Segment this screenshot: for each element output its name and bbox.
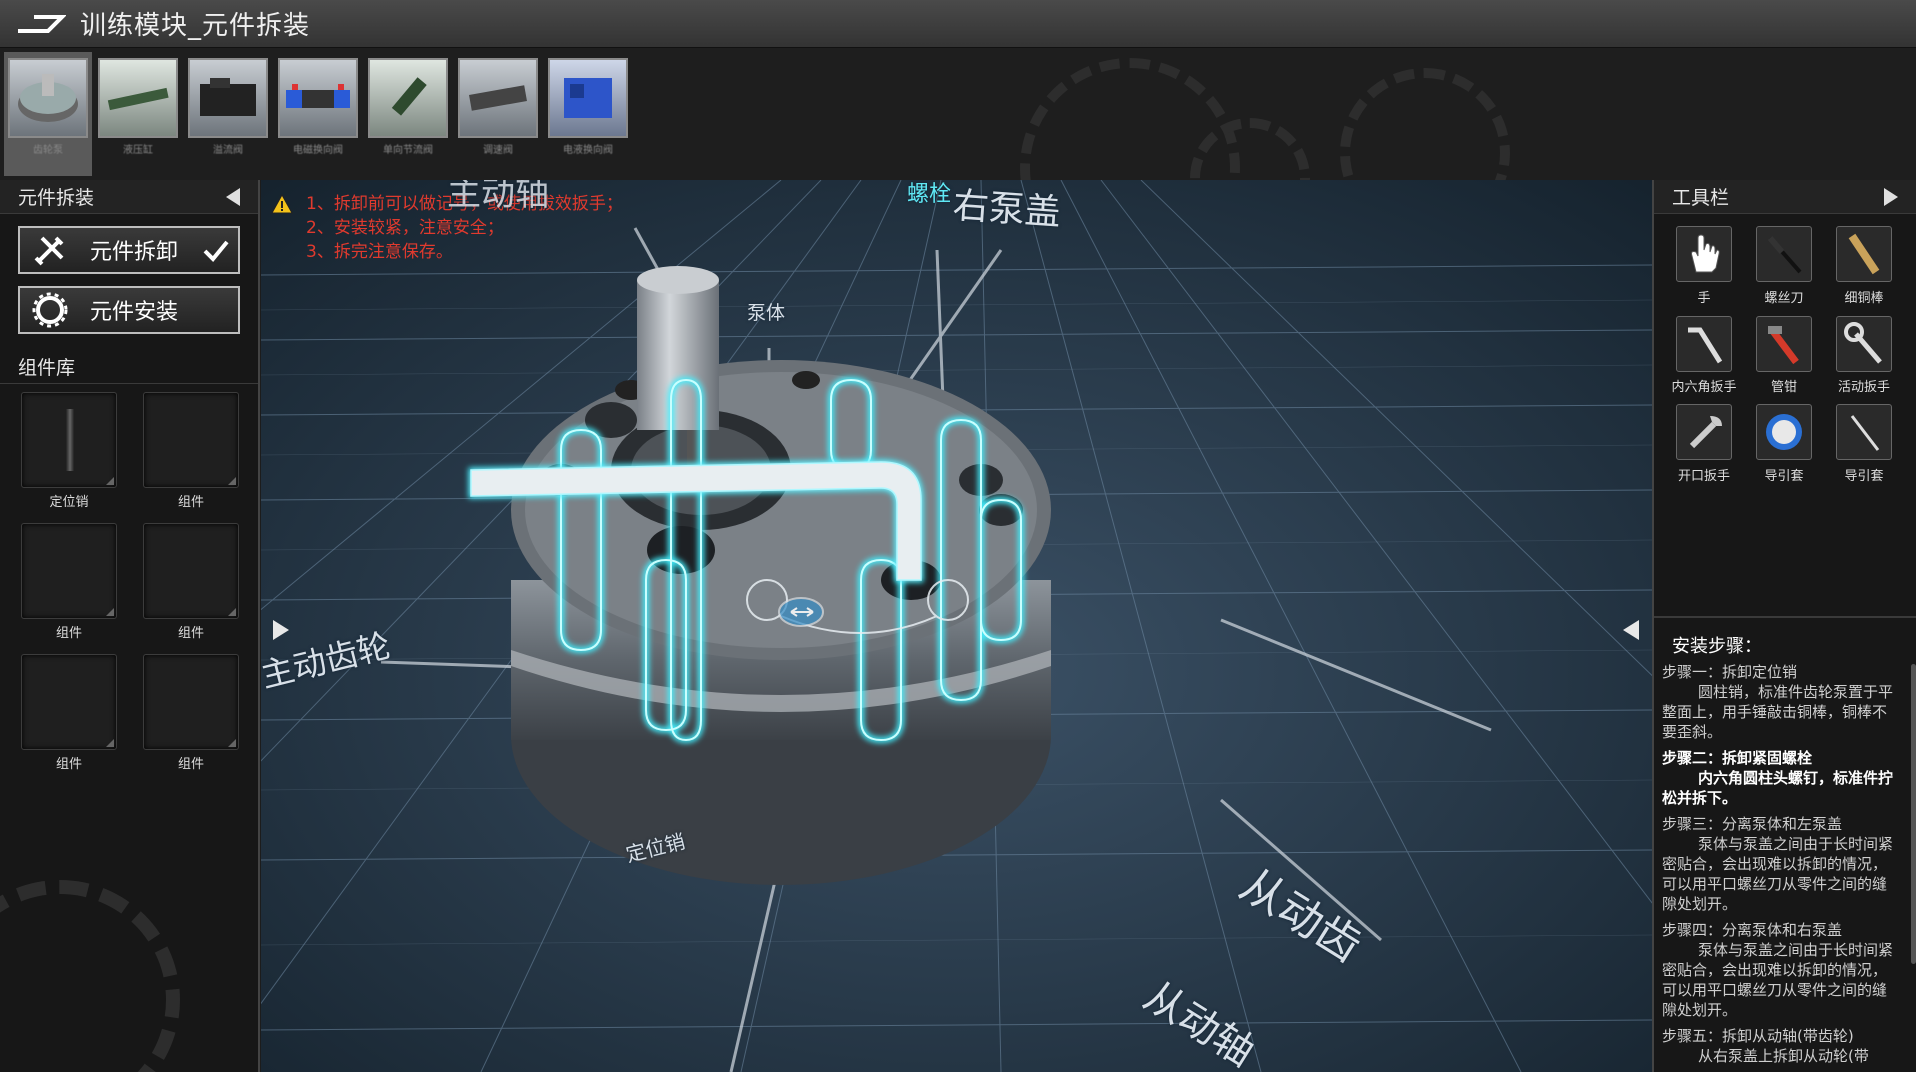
guide-rod-icon[interactable] bbox=[1836, 404, 1892, 460]
component-thumb-throttle-valve[interactable] bbox=[368, 58, 448, 138]
step-body: 内六角圆柱头螺钉，标准件拧松并拆下。 bbox=[1662, 769, 1894, 807]
steps-title: 安装步骤： bbox=[1672, 636, 1762, 657]
steps-list[interactable]: 步骤一：拆卸定位销 圆柱销，标准件齿轮泵置于平整面上，用手锤敲击铜棒，铜棒不要歪… bbox=[1662, 662, 1900, 1072]
slot-label: 定位销 bbox=[49, 495, 89, 510]
step-title: 步骤三：分离泵体和左泵盖 bbox=[1662, 815, 1843, 833]
component-label: 溢流阀 bbox=[213, 145, 243, 156]
component-label: 电磁换向阀 bbox=[293, 145, 343, 156]
step-body: 泵体与泵盖之间由于长时间紧密贴合，会出现难以拆卸的情况，可以用平口螺丝刀从零件之… bbox=[1662, 835, 1894, 913]
label-bolt: 螺栓 bbox=[907, 182, 952, 207]
toolbar-header: 工具栏 bbox=[1654, 180, 1916, 214]
component-thumb-cylinder[interactable] bbox=[98, 58, 178, 138]
locating-pin-image bbox=[66, 409, 74, 471]
open-wrench-icon[interactable] bbox=[1676, 404, 1732, 460]
pipe-wrench-icon[interactable] bbox=[1756, 316, 1812, 372]
label-pump-body: 泵体 bbox=[747, 302, 786, 324]
tools-icon bbox=[34, 236, 64, 266]
library-slot[interactable] bbox=[143, 392, 239, 488]
step-title: 步骤五：拆卸从动轴(带齿轮) bbox=[1662, 1027, 1854, 1045]
tool-label: 开口扳手 bbox=[1677, 469, 1730, 484]
slot-label: 组件 bbox=[55, 757, 82, 772]
disassemble-button[interactable]: 元件拆卸 bbox=[18, 226, 240, 274]
install-label: 元件安装 bbox=[90, 300, 179, 325]
expand-left-icon[interactable] bbox=[273, 620, 289, 640]
step-body: 从右泵盖上拆卸从动轮(带 bbox=[1698, 1047, 1869, 1065]
step-item[interactable]: 步骤四：分离泵体和右泵盖 泵体与泵盖之间由于长时间紧密贴合，会出现难以拆卸的情况… bbox=[1662, 920, 1900, 1020]
gear-decoration-icon bbox=[1340, 68, 1510, 180]
slot-label: 组件 bbox=[55, 626, 82, 641]
step-body: 泵体与泵盖之间由于长时间紧密贴合，会出现难以拆卸的情况，可以用平口螺丝刀从零件之… bbox=[1662, 941, 1894, 1019]
left-panel: 元件拆装 元件拆卸 元件安装 组件库 定位销 组件 组件 组件 组件 组件 bbox=[0, 180, 260, 1072]
step-title: 步骤二：拆卸紧固螺栓 bbox=[1662, 749, 1813, 767]
expand-right-icon[interactable] bbox=[1623, 620, 1639, 640]
library-slot[interactable] bbox=[21, 392, 117, 488]
component-label: 齿轮泵 bbox=[33, 145, 63, 156]
component-thumb-solenoid-valve[interactable] bbox=[278, 58, 358, 138]
component-thumb-gear-pump[interactable] bbox=[8, 58, 88, 138]
library-slot[interactable] bbox=[143, 654, 239, 750]
title-bar: 训练模块_元件拆装 bbox=[0, 0, 1916, 48]
tool-label: 导引套 bbox=[1764, 469, 1804, 484]
tool-label: 内六角扳手 bbox=[1671, 380, 1737, 395]
guide-sleeve-icon[interactable] bbox=[1756, 404, 1812, 460]
step-item-active[interactable]: 步骤二：拆卸紧固螺栓 内六角圆柱头螺钉，标准件拧松并拆下。 bbox=[1662, 748, 1900, 808]
tool-label: 活动扳手 bbox=[1837, 380, 1890, 395]
gear-icon bbox=[32, 292, 68, 328]
3d-viewport[interactable]: 1、拆卸前可以做记号，或使用拔效扳手； 2、安装较紧，注意安全； 3、拆完注意保… bbox=[261, 180, 1652, 1072]
install-button[interactable]: 元件安装 bbox=[18, 286, 240, 334]
step-title: 步骤一：拆卸定位销 bbox=[1662, 663, 1798, 681]
adjustable-wrench-icon[interactable] bbox=[1836, 316, 1892, 372]
copper-rod-icon[interactable] bbox=[1836, 226, 1892, 282]
brand-logo-icon bbox=[0, 0, 80, 48]
tool-label: 导引套 bbox=[1844, 469, 1884, 484]
disassemble-label: 元件拆卸 bbox=[90, 240, 179, 265]
check-icon bbox=[203, 240, 229, 262]
collapse-right-icon[interactable] bbox=[1884, 187, 1898, 206]
library-slot[interactable] bbox=[143, 523, 239, 619]
slot-label: 组件 bbox=[177, 626, 204, 641]
gear-decoration-icon bbox=[0, 880, 180, 1072]
component-label: 调速阀 bbox=[483, 145, 513, 156]
step-body: 圆柱销，标准件齿轮泵置于平整面上，用手锤敲击铜棒，铜棒不要歪斜。 bbox=[1662, 683, 1894, 741]
tool-label: 管钳 bbox=[1770, 380, 1797, 395]
step-item[interactable]: 步骤三：分离泵体和左泵盖 泵体与泵盖之间由于长时间紧密贴合，会出现难以拆卸的情况… bbox=[1662, 814, 1900, 914]
label-drive-shaft: 主动轴 bbox=[447, 180, 549, 214]
left-panel-title: 元件拆装 bbox=[18, 187, 95, 209]
warning-line: 2、安装较紧，注意安全； bbox=[306, 218, 504, 238]
window-title: 训练模块_元件拆装 bbox=[80, 11, 311, 41]
step-title: 步骤四：分离泵体和右泵盖 bbox=[1662, 921, 1843, 939]
collapse-left-icon[interactable] bbox=[226, 187, 240, 206]
slot-label: 组件 bbox=[177, 495, 204, 510]
scene-canvas bbox=[261, 180, 1652, 1072]
left-panel-header: 元件拆装 bbox=[0, 180, 258, 214]
step-item[interactable]: 步骤五：拆卸从动轴(带齿轮) 从右泵盖上拆卸从动轮(带 bbox=[1662, 1026, 1900, 1066]
install-steps-panel: 安装步骤： 步骤一：拆卸定位销 圆柱销，标准件齿轮泵置于平整面上，用手锤敲击铜棒… bbox=[1654, 616, 1916, 1072]
tool-label: 细铜棒 bbox=[1844, 291, 1884, 306]
library-slot[interactable] bbox=[21, 654, 117, 750]
right-panel: 工具栏 手 螺丝刀 细铜棒 内六角扳手 管钳 活动扳手 开口扳手 导引套 导引套… bbox=[1652, 180, 1916, 1072]
hand-icon[interactable] bbox=[1676, 226, 1732, 282]
hex-key-icon[interactable] bbox=[1676, 316, 1732, 372]
label-right-cover: 右泵盖 bbox=[951, 185, 1063, 234]
component-library-header: 组件库 bbox=[0, 350, 258, 384]
app-window: 训练模块_元件拆装 齿轮泵 液压缸 溢流阀 电磁换向阀 单向节流阀 调速阀 电液… bbox=[0, 0, 1916, 1072]
step-item[interactable]: 步骤一：拆卸定位销 圆柱销，标准件齿轮泵置于平整面上，用手锤敲击铜棒，铜棒不要歪… bbox=[1662, 662, 1900, 742]
component-thumb-relief-valve[interactable] bbox=[188, 58, 268, 138]
component-label: 电液换向阀 bbox=[563, 145, 613, 156]
library-slot[interactable] bbox=[21, 523, 117, 619]
warning-line: 3、拆完注意保存。 bbox=[306, 242, 453, 262]
screwdriver-icon[interactable] bbox=[1756, 226, 1812, 282]
component-label: 单向节流阀 bbox=[383, 145, 433, 156]
slot-label: 组件 bbox=[177, 757, 204, 772]
toolbar-title: 工具栏 bbox=[1672, 187, 1730, 209]
tool-label: 螺丝刀 bbox=[1764, 291, 1804, 306]
tool-label: 手 bbox=[1697, 291, 1711, 306]
component-thumb-electro-hydraulic-valve[interactable] bbox=[548, 58, 628, 138]
component-label: 液压缸 bbox=[123, 145, 153, 156]
warning-icon bbox=[271, 194, 293, 214]
component-strip: 齿轮泵 液压缸 溢流阀 电磁换向阀 单向节流阀 调速阀 电液换向阀 bbox=[0, 48, 1916, 180]
steps-scrollbar[interactable] bbox=[1911, 664, 1916, 964]
component-thumb-speed-valve[interactable] bbox=[458, 58, 538, 138]
